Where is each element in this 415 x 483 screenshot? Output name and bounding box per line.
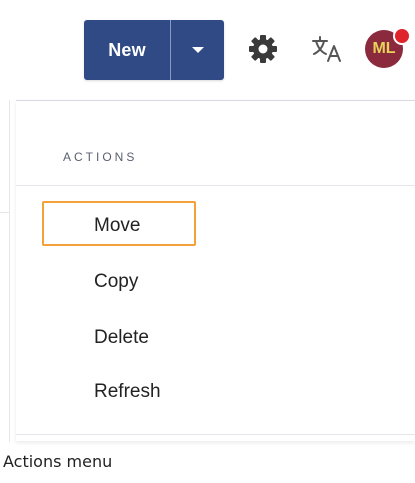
menu-item-refresh[interactable]: Refresh	[94, 380, 161, 404]
highlight-box	[42, 201, 196, 246]
menu-divider-bottom	[16, 434, 415, 435]
screenshot-frame: New ML ACTIONS Move Copy Delete Refresh …	[0, 0, 415, 483]
translate-icon[interactable]	[310, 33, 344, 65]
menu-heading: ACTIONS	[63, 150, 138, 164]
new-button[interactable]: New	[84, 20, 170, 80]
new-dropdown-toggle[interactable]	[171, 20, 224, 80]
menu-divider-top	[16, 185, 415, 186]
caption: Actions menu	[3, 452, 113, 471]
new-split-button: New	[84, 20, 224, 80]
menu-item-delete[interactable]: Delete	[94, 326, 149, 350]
left-tick	[0, 212, 9, 213]
caret-down-icon	[191, 47, 204, 53]
actions-dropdown-menu: ACTIONS Move Copy Delete Refresh	[16, 100, 415, 441]
menu-item-copy[interactable]: Copy	[94, 270, 138, 294]
notification-badge	[393, 27, 411, 45]
gear-icon[interactable]	[247, 33, 279, 65]
toolbar: New ML	[0, 0, 415, 100]
